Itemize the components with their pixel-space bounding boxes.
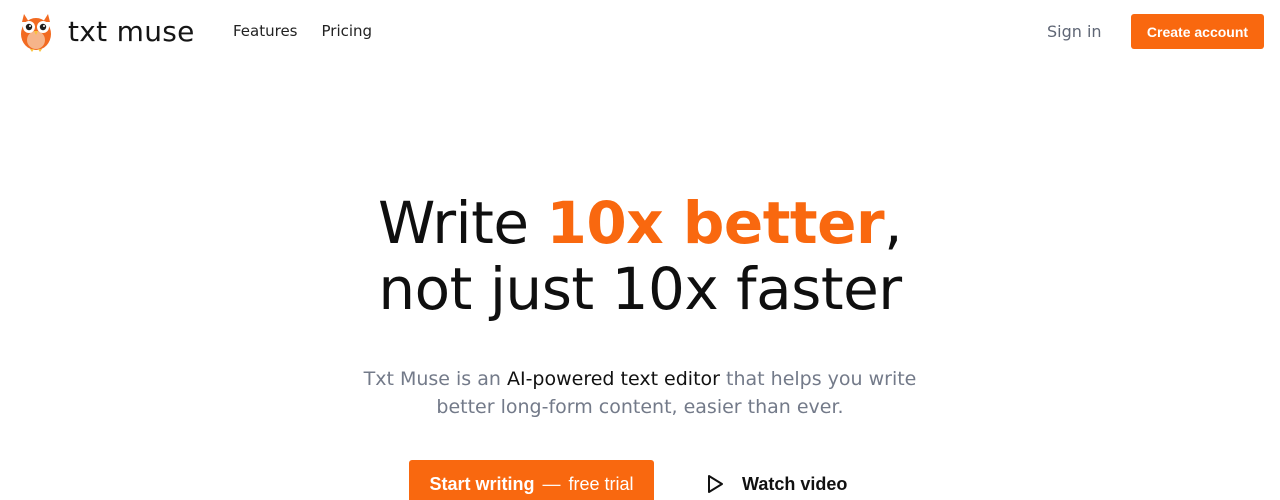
brand-name: txt muse [68,14,195,48]
nav-item-features[interactable]: Features [233,22,298,40]
cta-dash: — [542,473,561,494]
sign-in-link[interactable]: Sign in [1047,22,1102,41]
create-account-button[interactable]: Create account [1131,14,1264,49]
nav-item-pricing[interactable]: Pricing [322,22,373,40]
start-writing-button[interactable]: Start writing — free trial [409,460,654,500]
hero-headline: Write 10x better, not just 10x faster [0,190,1280,322]
watch-video-label: Watch video [742,473,848,494]
headline-line2: not just 10x faster [378,255,902,323]
hero-section: Write 10x better, not just 10x faster [0,190,1280,322]
play-icon [708,475,723,493]
site-header: txt muse Features Pricing Sign in Create… [0,0,1280,64]
watch-video-link[interactable]: Watch video [704,473,847,495]
subtext-post: that helps you write [719,368,917,390]
headline-accent: 10x better [546,189,885,257]
cta-row: Start writing — free trial Watch video [409,460,847,500]
cta-main-label: Start writing [429,473,535,494]
owl-icon [21,14,51,52]
headline-post: , [884,189,903,257]
brand-logo-link[interactable]: txt muse [16,10,195,52]
subtext-strong: AI-powered text editor [506,368,720,390]
subtext-pre: Txt Muse is an [363,368,507,390]
subtext-line2: better long-form content, easier than ev… [436,396,844,418]
hero-subtext: Txt Muse is an AI-powered text editor th… [0,365,1280,421]
headline-pre: Write [377,189,547,257]
cta-trial-label: free trial [568,473,634,494]
main-nav: Features Pricing [233,22,372,40]
